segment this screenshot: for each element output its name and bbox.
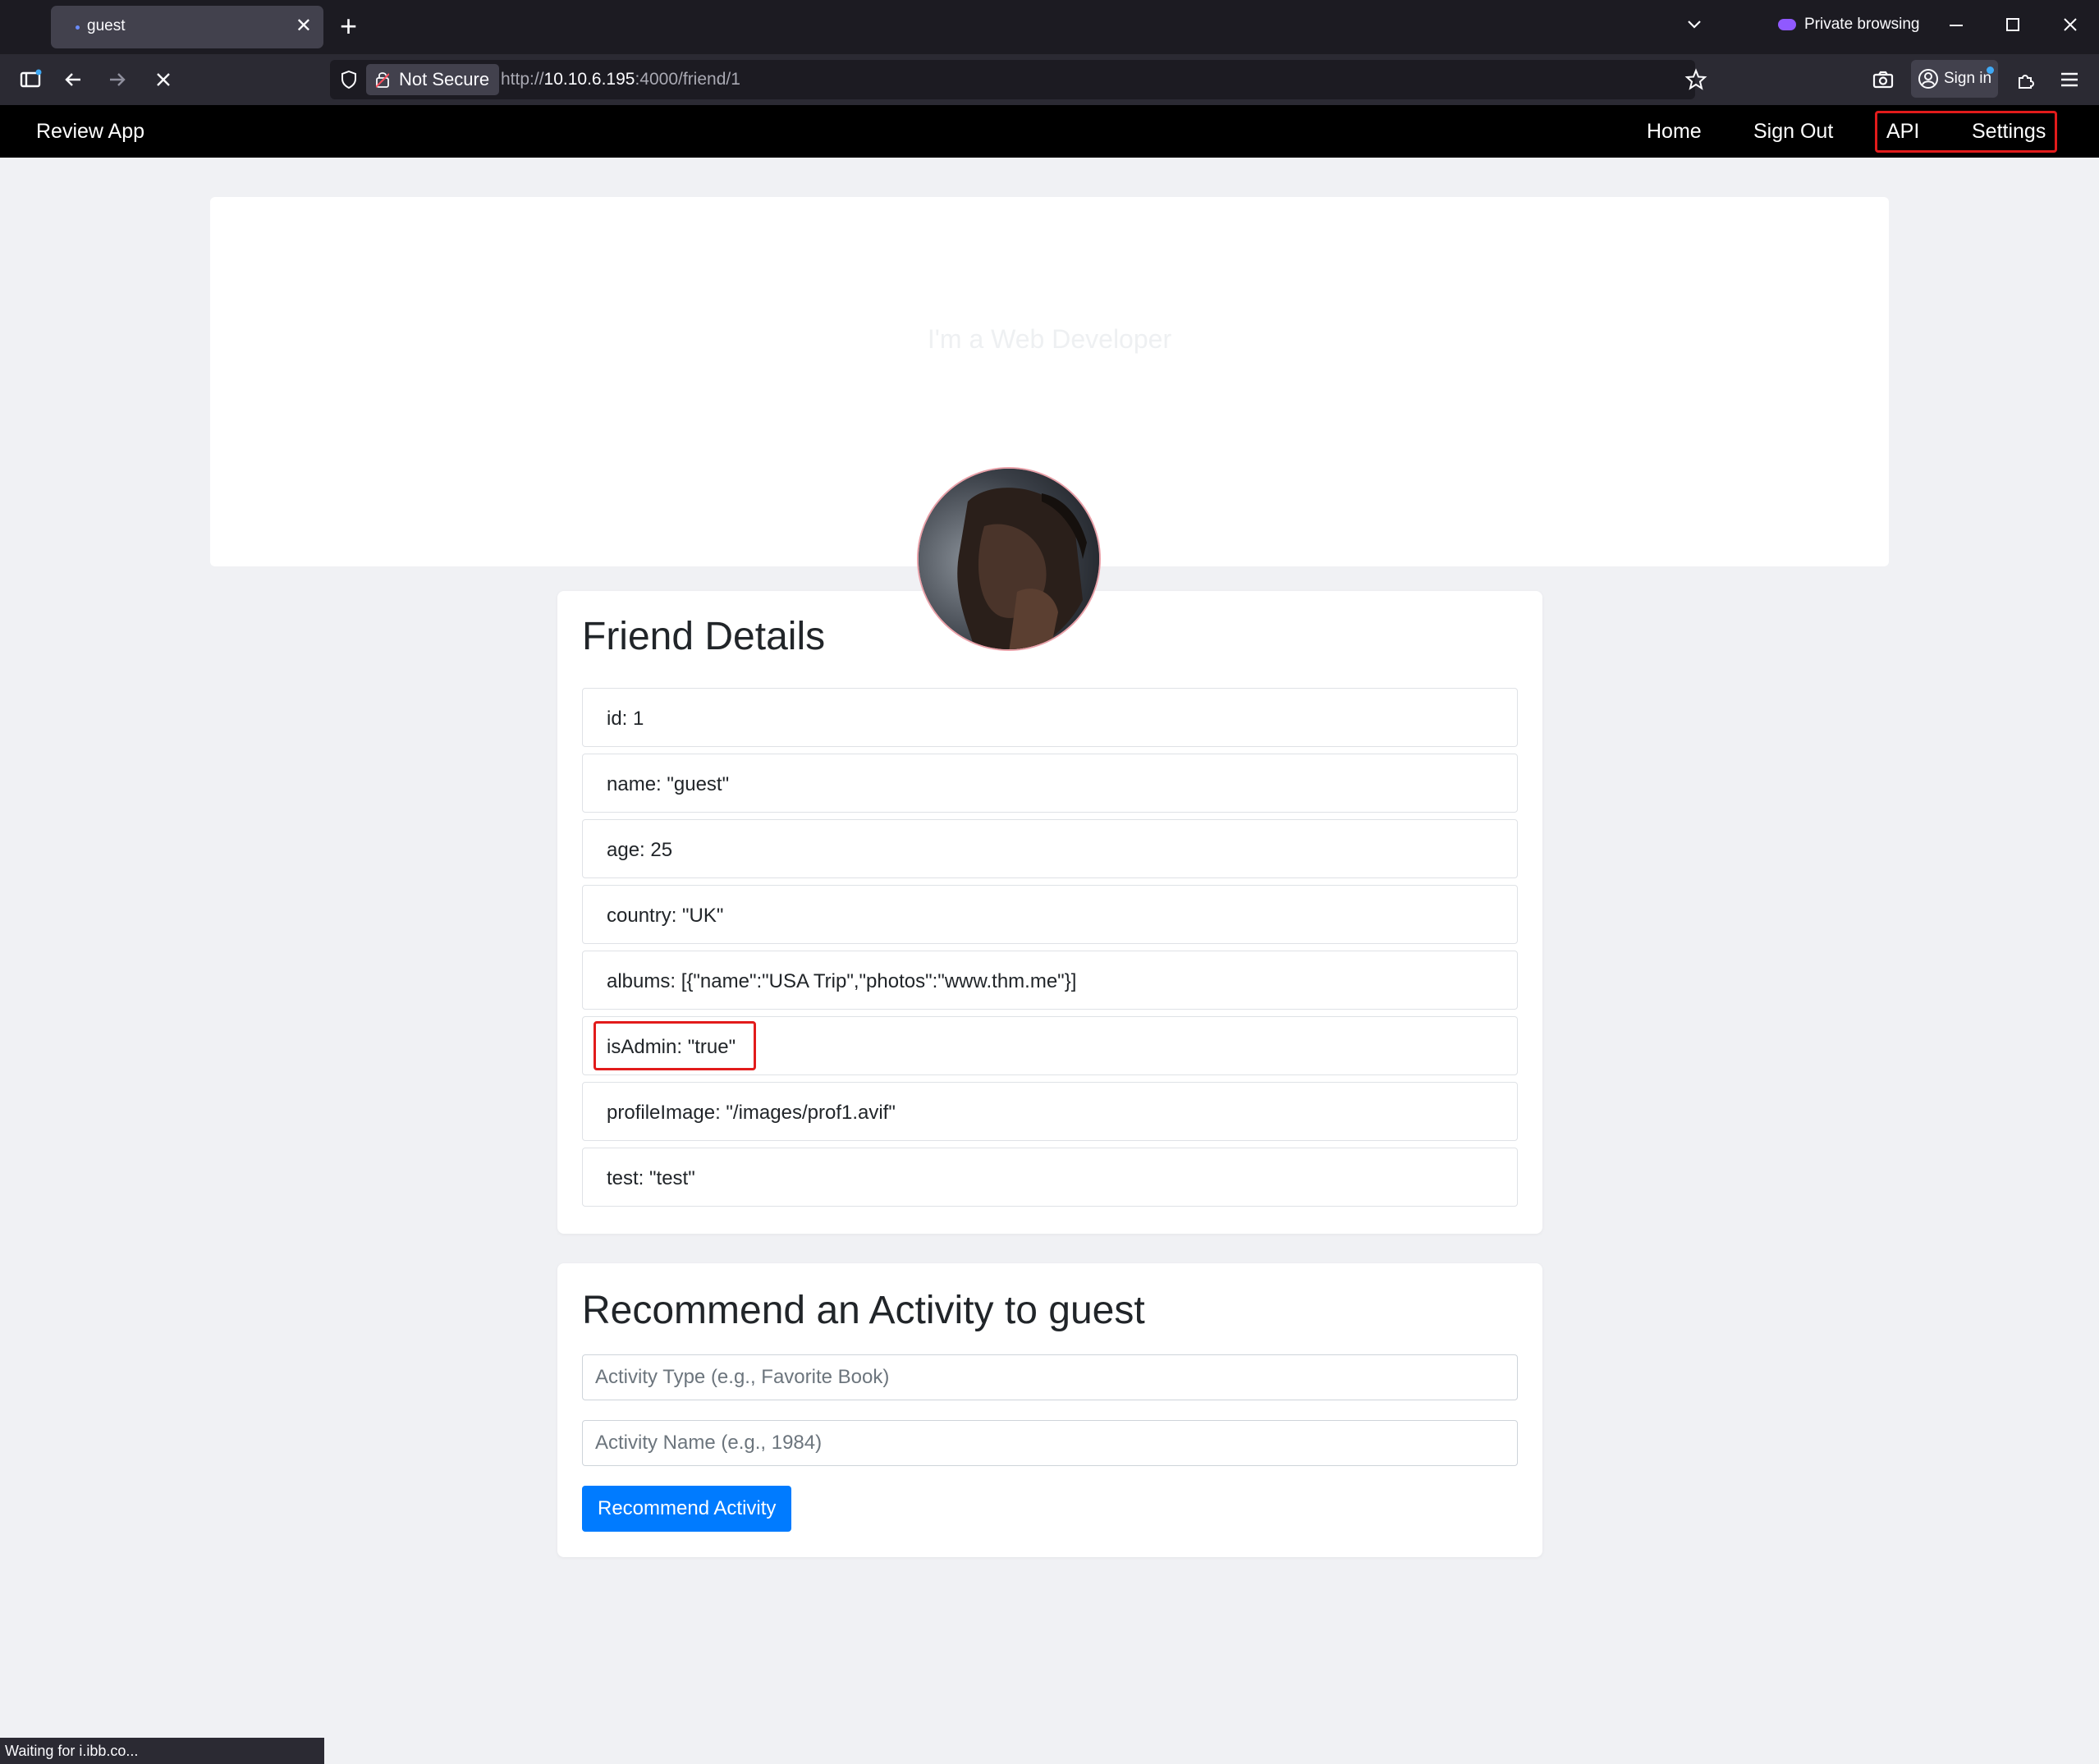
notification-dot-icon [1987, 66, 1994, 74]
sign-in-button[interactable]: Sign in [1911, 60, 1998, 98]
tab-title: guest [87, 17, 126, 34]
tab-close-icon[interactable]: ✕ [296, 14, 312, 38]
minimize-icon[interactable] [1947, 11, 1965, 42]
url-scheme: http:// [501, 70, 544, 89]
back-arrow-icon[interactable] [61, 67, 85, 98]
address-bar[interactable]: Not Secure http://10.10.6.195:4000/frien… [330, 60, 1707, 99]
recommend-activity-card: Recommend an Activity to guest Recommend… [557, 1263, 1542, 1557]
detail-row-test: test: "test" [582, 1148, 1518, 1207]
profile-avatar [917, 467, 1101, 651]
private-browsing-indicator: Private browsing [1778, 16, 1919, 34]
stop-loading-icon[interactable] [151, 67, 176, 98]
nav-signout-link[interactable]: Sign Out [1753, 120, 1833, 144]
not-secure-label: Not Secure [399, 69, 490, 89]
detail-row-profileimage: profileImage: "/images/prof1.avif" [582, 1082, 1518, 1141]
detail-text: country: "UK" [607, 905, 724, 927]
nav-home-link[interactable]: Home [1647, 120, 1702, 144]
detail-row-country: country: "UK" [582, 885, 1518, 944]
bookmark-star-icon[interactable] [1684, 68, 1707, 95]
recommend-activity-button[interactable]: Recommend Activity [582, 1486, 792, 1532]
detail-row-age: age: 25 [582, 819, 1518, 878]
account-icon [1918, 69, 1938, 89]
tab-loading-icon [76, 25, 80, 30]
forward-arrow-icon[interactable] [105, 67, 130, 98]
tracking-protection-shield-icon[interactable] [338, 69, 360, 94]
activity-type-input[interactable] [582, 1354, 1518, 1400]
highlight-box-isadmin [593, 1021, 756, 1070]
recommend-heading: Recommend an Activity to guest [582, 1289, 1145, 1332]
friend-details-card: Friend Details id: 1 name: "guest" age: … [557, 591, 1542, 1234]
maximize-icon[interactable] [2004, 11, 2022, 42]
url-host: 10.10.6.195 [543, 70, 635, 89]
detail-row-isadmin: isAdmin: "true" [582, 1016, 1518, 1075]
sidebar-toggle-icon[interactable] [18, 67, 43, 98]
extensions-puzzle-icon[interactable] [2014, 67, 2038, 98]
friend-details-heading: Friend Details [582, 615, 826, 658]
sign-in-label: Sign in [1944, 70, 1992, 87]
new-tab-button[interactable]: + [340, 8, 357, 44]
app-navbar: Review App Home Sign Out API Settings [0, 105, 2099, 158]
detail-text: albums: [{"name":"USA Trip","photos":"ww… [607, 970, 1077, 992]
url-text[interactable]: http://10.10.6.195:4000/friend/1 [501, 70, 740, 89]
detail-text: id: 1 [607, 708, 644, 730]
not-secure-indicator[interactable]: Not Secure [366, 64, 500, 95]
cover-tagline: I'm a Web Developer [927, 324, 1172, 354]
detail-row-albums: albums: [{"name":"USA Trip","photos":"ww… [582, 951, 1518, 1010]
detail-text: age: 25 [607, 839, 673, 861]
browser-status-bar: Waiting for i.ibb.co... [0, 1738, 324, 1764]
private-mask-icon [1778, 18, 1796, 30]
detail-row-id: id: 1 [582, 688, 1518, 747]
insecure-lock-icon [376, 72, 389, 88]
detail-text: test: "test" [607, 1167, 695, 1189]
list-all-tabs-icon[interactable] [1684, 15, 1704, 39]
screenshot-camera-icon[interactable] [1871, 67, 1895, 98]
detail-row-name: name: "guest" [582, 754, 1518, 813]
browser-tab[interactable]: guest ✕ [51, 6, 323, 48]
hamburger-menu-icon[interactable] [2057, 67, 2082, 98]
brand-logo-text[interactable]: Review App [36, 120, 144, 144]
browser-tab-strip: guest ✕ + Private browsing [0, 0, 2099, 54]
detail-text: name: "guest" [607, 773, 730, 795]
close-window-icon[interactable] [2061, 11, 2079, 42]
activity-name-input[interactable] [582, 1420, 1518, 1466]
browser-toolbar: Not Secure http://10.10.6.195:4000/frien… [0, 54, 2099, 105]
private-browsing-label: Private browsing [1804, 16, 1920, 33]
highlight-box-api-settings [1875, 111, 2057, 153]
detail-text: profileImage: "/images/prof1.avif" [607, 1102, 896, 1124]
url-path: :4000/friend/1 [635, 70, 740, 89]
